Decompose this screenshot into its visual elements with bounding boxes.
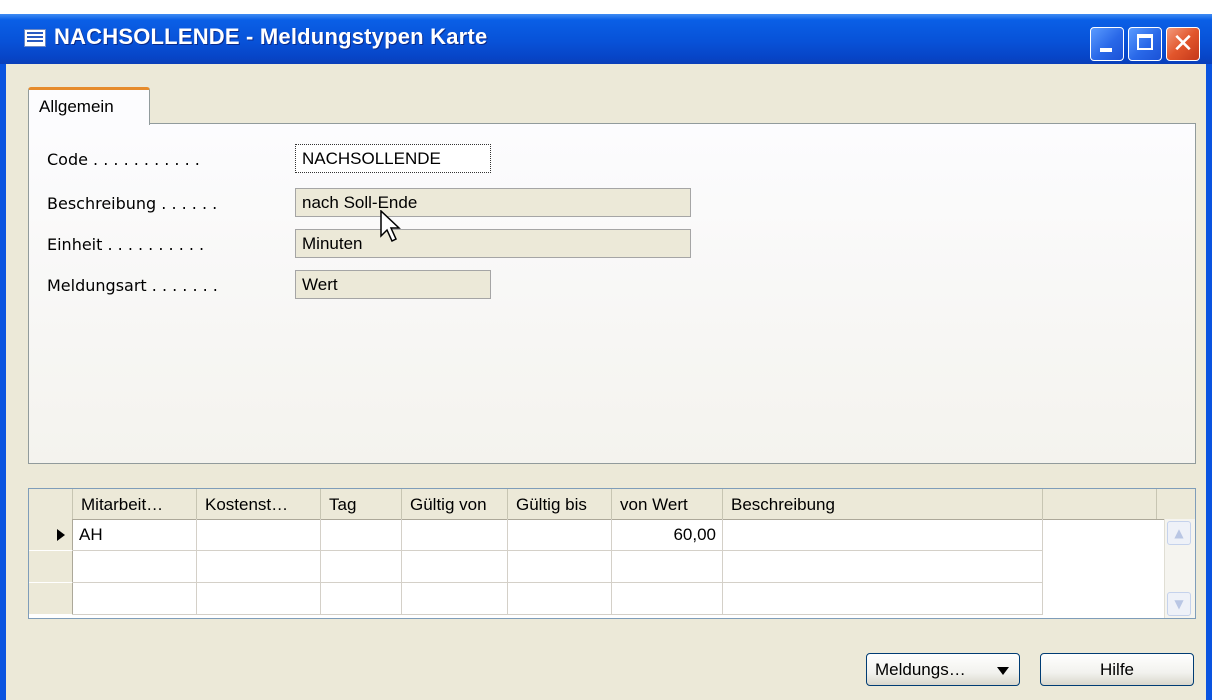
- grid-header: Mitarbeit… Kostenst… Tag Gültig von Gült…: [29, 489, 1195, 520]
- maximize-icon: [1137, 34, 1153, 50]
- table-cell[interactable]: [508, 583, 612, 615]
- column-header-tag[interactable]: Tag: [321, 489, 402, 519]
- window-client-area: Allgemein Code . . . . . . . . . . . NAC…: [6, 64, 1206, 700]
- column-header-kostenstelle[interactable]: Kostenst…: [197, 489, 321, 519]
- beschreibung-field[interactable]: nach Soll-Ende: [295, 188, 691, 217]
- application-window: NACHSOLLENDE - Meldungstypen Karte ✕ All…: [0, 14, 1212, 700]
- column-header-mitarbeiter[interactable]: Mitarbeit…: [73, 489, 197, 519]
- column-header-beschreibung[interactable]: Beschreibung: [723, 489, 1043, 519]
- column-header-empty: [1043, 489, 1157, 519]
- einheit-label: Einheit . . . . . . . . . .: [47, 235, 205, 254]
- code-field[interactable]: NACHSOLLENDE: [295, 144, 491, 173]
- lines-grid[interactable]: Mitarbeit… Kostenst… Tag Gültig von Gült…: [28, 488, 1196, 619]
- row-selector[interactable]: [29, 583, 73, 615]
- help-button[interactable]: Hilfe: [1040, 653, 1194, 686]
- window-title: NACHSOLLENDE - Meldungstypen Karte: [54, 24, 488, 49]
- close-icon: ✕: [1172, 29, 1194, 59]
- minimize-icon: [1100, 48, 1112, 52]
- table-cell[interactable]: [321, 519, 402, 551]
- table-cell[interactable]: [321, 551, 402, 583]
- table-cell[interactable]: [402, 519, 508, 551]
- meldungs-menu-button[interactable]: Meldungs…: [866, 653, 1020, 686]
- table-cell[interactable]: [723, 519, 1043, 551]
- table-cell[interactable]: [402, 583, 508, 615]
- maximize-button[interactable]: [1128, 27, 1162, 61]
- mouse-cursor-icon: [380, 210, 401, 243]
- tab-panel-allgemein: Code . . . . . . . . . . . NACHSOLLENDE …: [28, 123, 1196, 464]
- dropdown-arrow-icon: [997, 667, 1009, 675]
- row-selector-active[interactable]: [29, 519, 73, 551]
- title-bar[interactable]: NACHSOLLENDE - Meldungstypen Karte ✕: [0, 14, 1212, 64]
- scroll-up-icon[interactable]: ▲: [1167, 521, 1191, 545]
- table-cell[interactable]: [723, 583, 1043, 615]
- table-cell[interactable]: [197, 583, 321, 615]
- header-row-selector: [29, 489, 73, 519]
- table-cell[interactable]: [723, 551, 1043, 583]
- row-selector[interactable]: [29, 551, 73, 583]
- meldungsart-label: Meldungsart . . . . . . .: [47, 276, 218, 295]
- form-icon[interactable]: [24, 29, 46, 47]
- tab-allgemein[interactable]: Allgemein: [28, 87, 150, 125]
- meldungs-button-label: Meldungs…: [875, 660, 966, 679]
- tab-allgemein-label: Allgemein: [39, 97, 114, 116]
- table-cell[interactable]: [612, 583, 723, 615]
- table-cell[interactable]: AH: [73, 519, 197, 551]
- close-button[interactable]: ✕: [1166, 27, 1200, 61]
- scroll-down-icon[interactable]: ▼: [1167, 592, 1191, 616]
- table-cell[interactable]: [402, 551, 508, 583]
- table-cell[interactable]: [321, 583, 402, 615]
- table-cell[interactable]: [197, 519, 321, 551]
- column-header-von-wert[interactable]: von Wert: [612, 489, 723, 519]
- table-cell[interactable]: [508, 519, 612, 551]
- meldungsart-field[interactable]: Wert: [295, 270, 491, 299]
- table-cell[interactable]: [612, 551, 723, 583]
- table-cell[interactable]: [197, 551, 321, 583]
- table-cell[interactable]: 60,00: [612, 519, 723, 551]
- column-header-gueltig-bis[interactable]: Gültig bis: [508, 489, 612, 519]
- table-cell[interactable]: [73, 583, 197, 615]
- beschreibung-label: Beschreibung . . . . . .: [47, 194, 218, 213]
- column-header-gueltig-von[interactable]: Gültig von: [402, 489, 508, 519]
- table-cell[interactable]: [73, 551, 197, 583]
- grid-vertical-scrollbar[interactable]: ▲ ▼: [1164, 519, 1195, 618]
- einheit-field[interactable]: Minuten: [295, 229, 691, 258]
- minimize-button[interactable]: [1090, 27, 1124, 61]
- table-cell[interactable]: [508, 551, 612, 583]
- code-label: Code . . . . . . . . . . .: [47, 150, 200, 169]
